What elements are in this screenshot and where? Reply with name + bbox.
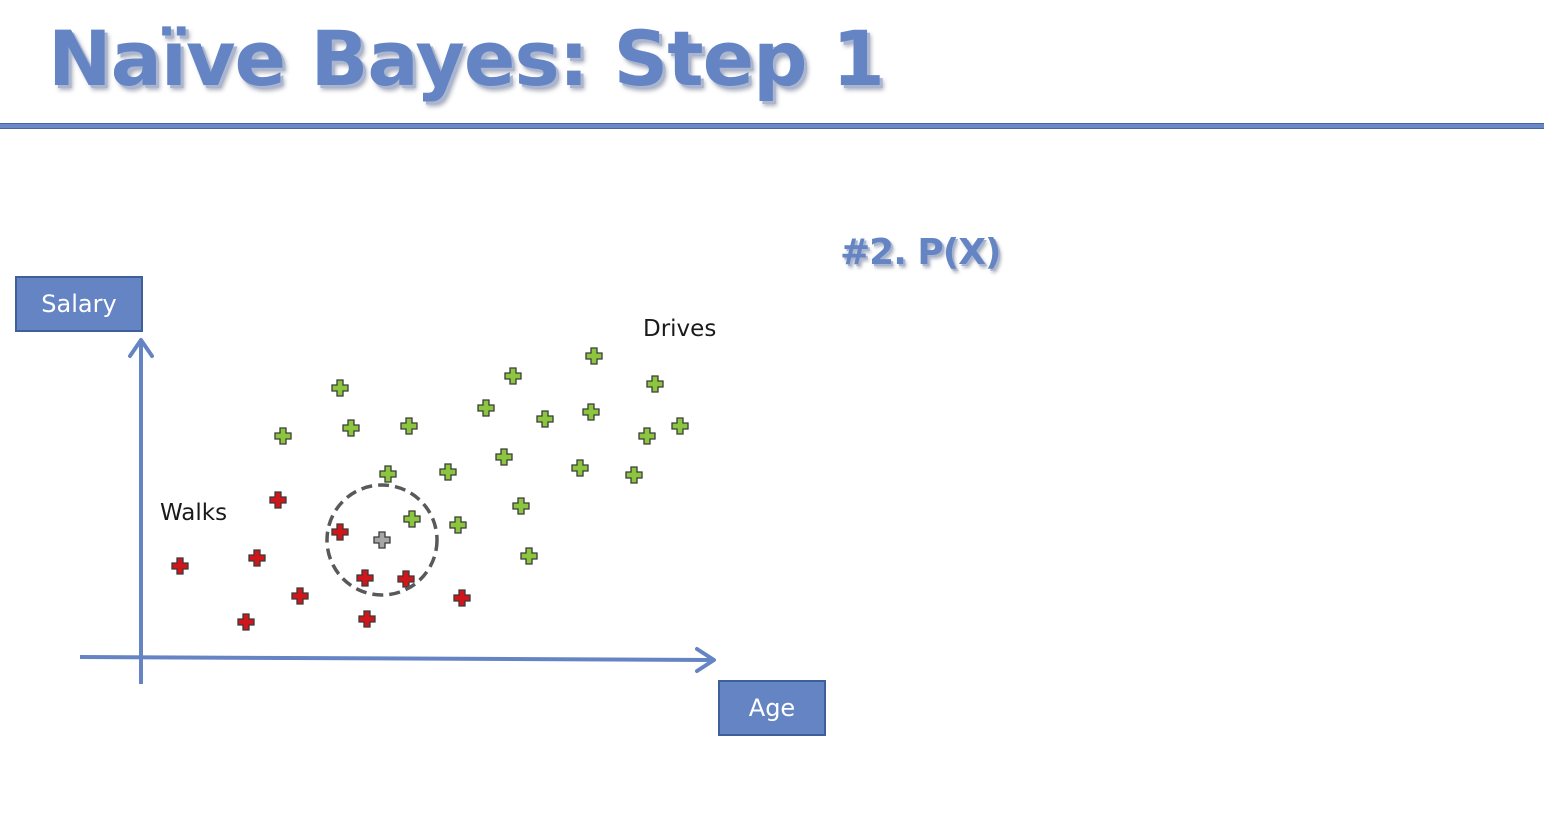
drives-point: [512, 497, 530, 515]
y-axis: [128, 338, 154, 684]
walks-point: [331, 523, 349, 541]
drives-point: [379, 465, 397, 483]
drives-point: [274, 427, 292, 445]
y-axis-label-salary: Salary: [15, 276, 143, 332]
walks-point: [358, 610, 376, 628]
drives-point: [585, 347, 603, 365]
drives-point: [400, 417, 418, 435]
x-axis: [79, 647, 716, 673]
walks-point: [248, 549, 266, 567]
walks-point: [356, 569, 374, 587]
walks-point: [171, 557, 189, 575]
data-points: [171, 347, 689, 631]
drives-point: [520, 547, 538, 565]
walks-point: [453, 589, 471, 607]
walks-point: [237, 613, 255, 631]
drives-class-label: Drives: [643, 316, 717, 342]
drives-point: [571, 459, 589, 477]
drives-point: [504, 367, 522, 385]
drives-point: [625, 466, 643, 484]
drives-point: [449, 516, 467, 534]
drives-point: [477, 399, 495, 417]
x-axis-label-age: Age: [718, 680, 826, 736]
drives-point: [342, 419, 360, 437]
drives-point: [439, 463, 457, 481]
drives-point: [495, 448, 513, 466]
drives-point: [331, 379, 349, 397]
drives-point: [671, 417, 689, 435]
walks-point: [269, 491, 287, 509]
new-observation-point: [373, 531, 391, 549]
drives-point: [638, 427, 656, 445]
walks-point: [291, 587, 309, 605]
drives-point: [403, 510, 421, 528]
drives-point: [646, 375, 664, 393]
drives-point: [582, 403, 600, 421]
walks-class-label: Walks: [160, 500, 228, 526]
drives-point: [536, 410, 554, 428]
